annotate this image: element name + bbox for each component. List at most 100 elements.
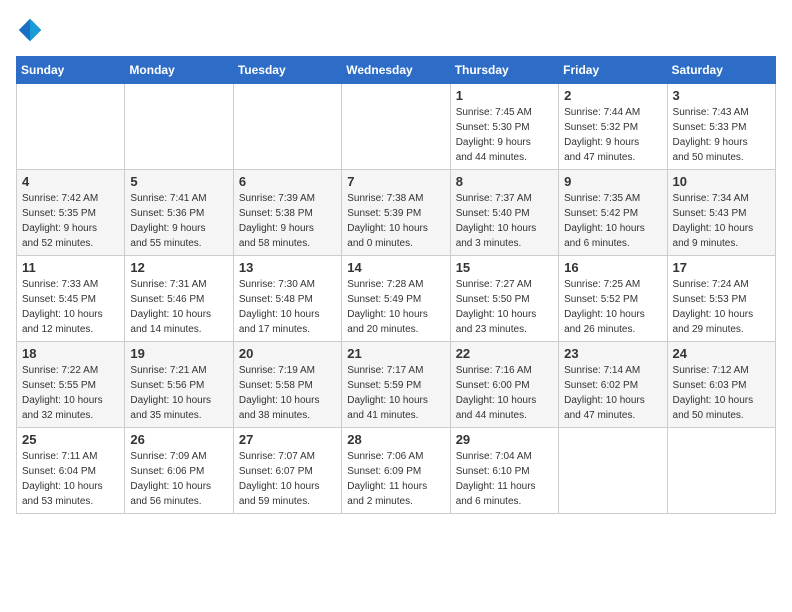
calendar-cell: 22 Sunrise: 7:16 AM Sunset: 6:00 PM Dayli… [450,342,558,428]
calendar-cell: 27 Sunrise: 7:07 AM Sunset: 6:07 PM Dayli… [233,428,341,514]
day-number: 6 [239,174,336,189]
day-number: 2 [564,88,661,103]
day-info: Sunrise: 7:39 AM Sunset: 5:38 PM Dayligh… [239,191,336,251]
day-info: Sunrise: 7:16 AM Sunset: 6:00 PM Dayligh… [456,363,553,423]
calendar-cell: 26 Sunrise: 7:09 AM Sunset: 6:06 PM Dayli… [125,428,233,514]
day-number: 28 [347,432,444,447]
calendar-cell: 15Sunrise: 7:27 AM Sunset: 5:50 PM Dayli… [450,256,558,342]
calendar-week-row: 1Sunrise: 7:45 AM Sunset: 5:30 PM Daylig… [17,84,776,170]
day-number: 23 [564,346,661,361]
calendar-cell [17,84,125,170]
day-info: Sunrise: 7:43 AM Sunset: 5:33 PM Dayligh… [673,105,770,165]
calendar-cell: 24 Sunrise: 7:12 AM Sunset: 6:03 PM Dayli… [667,342,775,428]
calendar-cell: 19 Sunrise: 7:21 AM Sunset: 5:56 PM Dayli… [125,342,233,428]
calendar-week-row: 18 Sunrise: 7:22 AM Sunset: 5:55 PM Dayli… [17,342,776,428]
day-number: 21 [347,346,444,361]
calendar-week-row: 4 Sunrise: 7:42 AM Sunset: 5:35 PM Daylig… [17,170,776,256]
day-info: Sunrise: 7:11 AM Sunset: 6:04 PM Dayligh… [22,449,119,509]
day-info: Sunrise: 7:12 AM Sunset: 6:03 PM Dayligh… [673,363,770,423]
calendar-cell [125,84,233,170]
day-number: 22 [456,346,553,361]
day-number: 19 [130,346,227,361]
day-info: Sunrise: 7:25 AM Sunset: 5:52 PM Dayligh… [564,277,661,337]
day-info: Sunrise: 7:31 AM Sunset: 5:46 PM Dayligh… [130,277,227,337]
calendar-cell: 18 Sunrise: 7:22 AM Sunset: 5:55 PM Dayli… [17,342,125,428]
calendar-cell: 16 Sunrise: 7:25 AM Sunset: 5:52 PM Dayli… [559,256,667,342]
day-info: Sunrise: 7:42 AM Sunset: 5:35 PM Dayligh… [22,191,119,251]
day-number: 4 [22,174,119,189]
calendar-cell: 3 Sunrise: 7:43 AM Sunset: 5:33 PM Daylig… [667,84,775,170]
calendar-cell [342,84,450,170]
day-info: Sunrise: 7:37 AM Sunset: 5:40 PM Dayligh… [456,191,553,251]
day-number: 3 [673,88,770,103]
calendar-week-row: 25 Sunrise: 7:11 AM Sunset: 6:04 PM Dayli… [17,428,776,514]
day-info: Sunrise: 7:41 AM Sunset: 5:36 PM Dayligh… [130,191,227,251]
calendar-cell: 7Sunrise: 7:38 AM Sunset: 5:39 PM Daylig… [342,170,450,256]
day-number: 20 [239,346,336,361]
weekday-header: Saturday [667,57,775,84]
day-info: Sunrise: 7:45 AM Sunset: 5:30 PM Dayligh… [456,105,553,165]
calendar-cell: 9 Sunrise: 7:35 AM Sunset: 5:42 PM Daylig… [559,170,667,256]
calendar-cell: 25 Sunrise: 7:11 AM Sunset: 6:04 PM Dayli… [17,428,125,514]
calendar-cell: 21 Sunrise: 7:17 AM Sunset: 5:59 PM Dayli… [342,342,450,428]
calendar: SundayMondayTuesdayWednesdayThursdayFrid… [16,56,776,514]
day-info: Sunrise: 7:09 AM Sunset: 6:06 PM Dayligh… [130,449,227,509]
day-number: 25 [22,432,119,447]
calendar-week-row: 11 Sunrise: 7:33 AM Sunset: 5:45 PM Dayli… [17,256,776,342]
weekday-header: Friday [559,57,667,84]
day-number: 10 [673,174,770,189]
calendar-header-row: SundayMondayTuesdayWednesdayThursdayFrid… [17,57,776,84]
calendar-cell: 10 Sunrise: 7:34 AM Sunset: 5:43 PM Dayli… [667,170,775,256]
day-info: Sunrise: 7:21 AM Sunset: 5:56 PM Dayligh… [130,363,227,423]
day-number: 17 [673,260,770,275]
calendar-cell: 12 Sunrise: 7:31 AM Sunset: 5:46 PM Dayli… [125,256,233,342]
calendar-cell: 17 Sunrise: 7:24 AM Sunset: 5:53 PM Dayli… [667,256,775,342]
day-info: Sunrise: 7:04 AM Sunset: 6:10 PM Dayligh… [456,449,553,509]
calendar-cell: 2 Sunrise: 7:44 AM Sunset: 5:32 PM Daylig… [559,84,667,170]
day-info: Sunrise: 7:17 AM Sunset: 5:59 PM Dayligh… [347,363,444,423]
logo-icon [16,16,44,44]
header [16,16,776,44]
day-number: 18 [22,346,119,361]
day-info: Sunrise: 7:22 AM Sunset: 5:55 PM Dayligh… [22,363,119,423]
day-number: 27 [239,432,336,447]
day-number: 5 [130,174,227,189]
day-info: Sunrise: 7:30 AM Sunset: 5:48 PM Dayligh… [239,277,336,337]
day-info: Sunrise: 7:44 AM Sunset: 5:32 PM Dayligh… [564,105,661,165]
day-number: 26 [130,432,227,447]
day-number: 29 [456,432,553,447]
day-info: Sunrise: 7:34 AM Sunset: 5:43 PM Dayligh… [673,191,770,251]
day-number: 24 [673,346,770,361]
day-info: Sunrise: 7:33 AM Sunset: 5:45 PM Dayligh… [22,277,119,337]
day-number: 9 [564,174,661,189]
calendar-cell: 28Sunrise: 7:06 AM Sunset: 6:09 PM Dayli… [342,428,450,514]
calendar-cell: 4 Sunrise: 7:42 AM Sunset: 5:35 PM Daylig… [17,170,125,256]
day-number: 7 [347,174,444,189]
weekday-header: Thursday [450,57,558,84]
day-info: Sunrise: 7:35 AM Sunset: 5:42 PM Dayligh… [564,191,661,251]
day-info: Sunrise: 7:24 AM Sunset: 5:53 PM Dayligh… [673,277,770,337]
weekday-header: Sunday [17,57,125,84]
weekday-header: Tuesday [233,57,341,84]
day-info: Sunrise: 7:19 AM Sunset: 5:58 PM Dayligh… [239,363,336,423]
day-number: 12 [130,260,227,275]
calendar-cell [559,428,667,514]
weekday-header: Wednesday [342,57,450,84]
day-number: 8 [456,174,553,189]
calendar-cell: 6 Sunrise: 7:39 AM Sunset: 5:38 PM Daylig… [233,170,341,256]
calendar-cell: 8 Sunrise: 7:37 AM Sunset: 5:40 PM Daylig… [450,170,558,256]
calendar-cell: 20 Sunrise: 7:19 AM Sunset: 5:58 PM Dayli… [233,342,341,428]
calendar-cell [233,84,341,170]
day-number: 15 [456,260,553,275]
day-number: 16 [564,260,661,275]
day-info: Sunrise: 7:28 AM Sunset: 5:49 PM Dayligh… [347,277,444,337]
calendar-cell [667,428,775,514]
logo [16,16,48,44]
day-number: 11 [22,260,119,275]
day-number: 14 [347,260,444,275]
day-info: Sunrise: 7:14 AM Sunset: 6:02 PM Dayligh… [564,363,661,423]
calendar-cell: 29 Sunrise: 7:04 AM Sunset: 6:10 PM Dayli… [450,428,558,514]
calendar-body: 1Sunrise: 7:45 AM Sunset: 5:30 PM Daylig… [17,84,776,514]
calendar-cell: 13Sunrise: 7:30 AM Sunset: 5:48 PM Dayli… [233,256,341,342]
day-info: Sunrise: 7:07 AM Sunset: 6:07 PM Dayligh… [239,449,336,509]
